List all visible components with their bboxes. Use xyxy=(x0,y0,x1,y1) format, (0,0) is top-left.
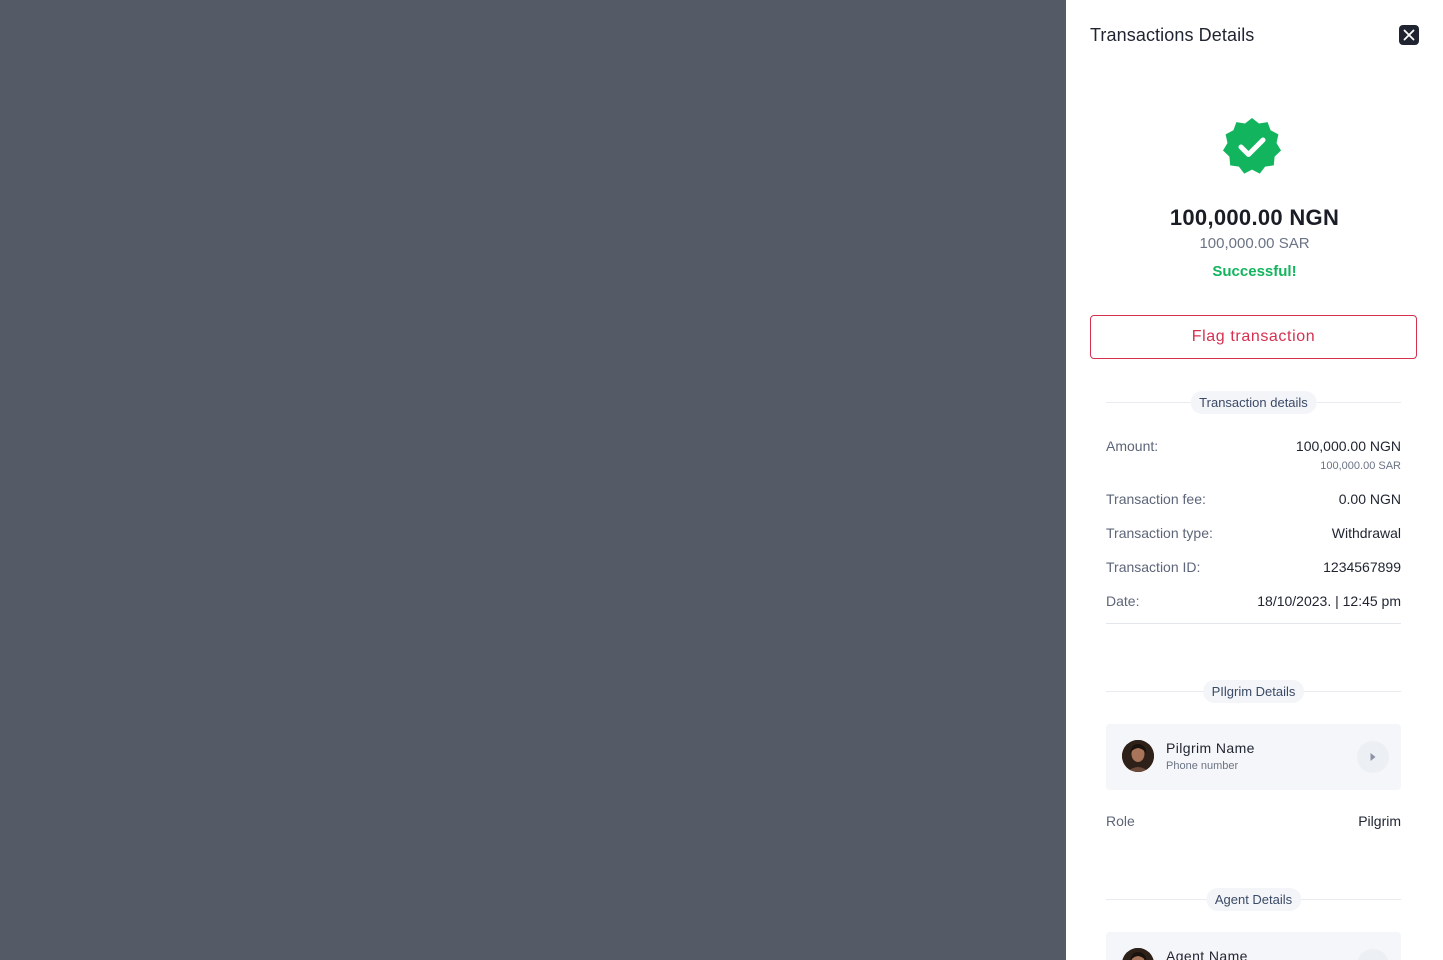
detail-label: Amount: xyxy=(1106,438,1159,454)
detail-row-fee: Transaction fee: 0.00 NGN xyxy=(1106,491,1401,511)
transaction-details-panel: Transactions Details 100,000.00 NGN 100,… xyxy=(1066,0,1443,960)
detail-row-date: Date: 18/10/2023. | 12:45 pm xyxy=(1106,593,1401,613)
avatar xyxy=(1122,948,1154,960)
detail-value: Withdrawal xyxy=(1331,525,1401,541)
section-heading: Transaction details xyxy=(1190,391,1317,414)
verified-badge-icon xyxy=(1221,116,1283,178)
detail-value: 100,000.00 NGN xyxy=(1295,438,1401,454)
section-agent-details: Agent Details xyxy=(1106,888,1401,912)
detail-row-id: Transaction ID: 1234567899 xyxy=(1106,559,1401,579)
close-button[interactable] xyxy=(1399,25,1419,45)
detail-subvalue: 100,000.00 SAR xyxy=(1320,460,1401,472)
modal-backdrop[interactable] xyxy=(0,0,1066,960)
detail-value: 0.00 NGN xyxy=(1338,491,1401,507)
section-heading: Agent Details xyxy=(1205,888,1302,911)
detail-label: Transaction type: xyxy=(1106,525,1213,541)
detail-value: 18/10/2023. | 12:45 pm xyxy=(1257,593,1401,609)
panel-header: Transactions Details xyxy=(1090,24,1419,48)
agent-name: Agent Name xyxy=(1166,948,1248,960)
detail-label: Role xyxy=(1106,813,1135,829)
pilgrim-name: Pilgrim Name xyxy=(1166,740,1255,756)
agent-card[interactable]: Agent Name xyxy=(1106,932,1401,960)
amount-converted: 100,000.00 SAR xyxy=(1199,235,1310,252)
section-transaction-details: Transaction details xyxy=(1106,391,1401,415)
avatar xyxy=(1122,740,1154,772)
amount-main: 100,000.00 NGN xyxy=(1169,205,1340,230)
detail-value: 1234567899 xyxy=(1323,559,1401,575)
detail-label: Date: xyxy=(1106,593,1140,609)
detail-row-type: Transaction type: Withdrawal xyxy=(1106,525,1401,545)
detail-value: Pilgrim xyxy=(1358,813,1401,829)
pilgrim-phone: Phone number xyxy=(1166,760,1239,772)
detail-label: Transaction ID: xyxy=(1106,559,1201,575)
detail-row-role: Role Pilgrim xyxy=(1106,813,1401,833)
detail-row-amount: Amount: 100,000.00 NGN xyxy=(1106,438,1401,458)
divider xyxy=(1106,623,1401,624)
chevron-right-icon[interactable] xyxy=(1357,741,1389,773)
panel-title: Transactions Details xyxy=(1090,25,1255,45)
flag-transaction-button[interactable]: Flag transaction xyxy=(1090,315,1417,359)
pilgrim-card[interactable]: Pilgrim Name Phone number xyxy=(1106,724,1401,790)
section-pilgrim-details: PIlgrim Details xyxy=(1106,680,1401,704)
detail-label: Transaction fee: xyxy=(1106,491,1206,507)
close-icon xyxy=(1403,29,1415,41)
chevron-right-icon[interactable] xyxy=(1357,949,1389,960)
section-heading: PIlgrim Details xyxy=(1202,680,1305,703)
status-text: Successful! xyxy=(1212,263,1297,280)
